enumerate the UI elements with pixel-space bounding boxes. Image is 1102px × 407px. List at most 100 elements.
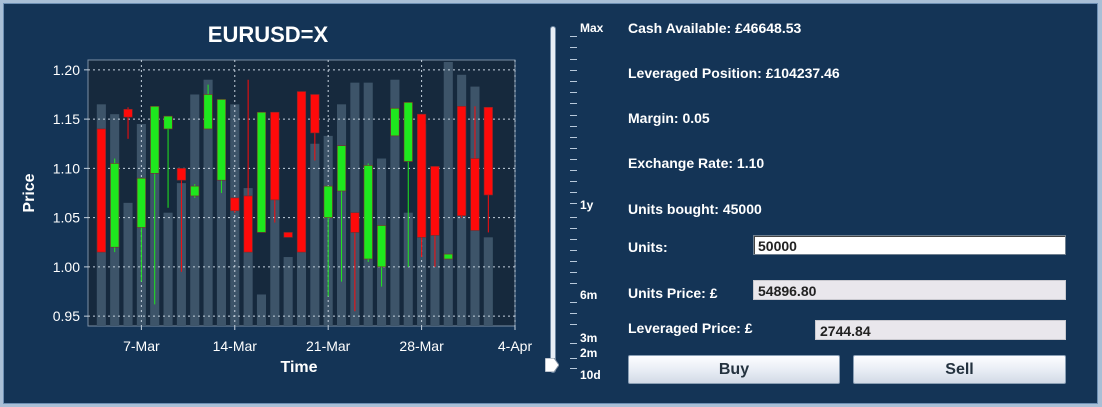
range-label-max[interactable]: Max (580, 21, 603, 35)
range-label-2m[interactable]: 2m (580, 346, 597, 360)
candle-falling (483, 106, 493, 196)
candle-rising (336, 145, 347, 192)
slider-tick (570, 217, 577, 218)
units-label: Units: (628, 239, 668, 255)
slider-tick (570, 313, 577, 314)
slider-tick (570, 358, 577, 359)
buy-button[interactable]: Buy (628, 355, 840, 384)
slider-thumb[interactable] (545, 358, 559, 372)
slider-tick (570, 126, 577, 127)
slider-tick (570, 283, 577, 284)
units-bought: Units bought: 45000 (628, 201, 762, 217)
candle-rising (323, 185, 333, 218)
candle-falling (417, 113, 427, 238)
candle-falling (230, 197, 240, 212)
leveraged-price-field: 2744.84 (815, 320, 1066, 340)
slider-tick (570, 92, 577, 93)
x-tick-label: 21-Mar (306, 338, 351, 354)
y-axis-label: Price (21, 173, 38, 212)
slider-tick (570, 239, 577, 240)
candle-rising (150, 106, 160, 174)
trading-window: EURUSD=X Price Time 0.95 1.00 1.05 1.10 1.15… (3, 3, 1098, 404)
range-label-1y[interactable]: 1y (580, 198, 593, 212)
slider-tick (570, 36, 577, 37)
candle-rising (216, 99, 227, 181)
y-tick-label: 1.20 (53, 62, 80, 78)
range-label-3m[interactable]: 3m (580, 331, 597, 345)
slider-tick (570, 70, 577, 71)
slider-tick (570, 261, 577, 262)
slider-tick (570, 181, 577, 182)
slider-tick (570, 159, 577, 160)
candle-falling (350, 212, 360, 233)
candle-falling (123, 108, 133, 118)
y-tick-label: 1.10 (53, 160, 80, 176)
volume-bar (443, 61, 453, 327)
cash-available: Cash Available: £46648.53 (628, 20, 802, 36)
candle-rising (136, 177, 146, 228)
candle-falling (243, 195, 253, 253)
leveraged-position: Leveraged Position: £104237.46 (628, 65, 840, 81)
y-ticks: 0.95 1.00 1.05 1.10 1.15 1.20 (53, 62, 88, 324)
candle-falling (296, 91, 307, 253)
candle-falling (96, 128, 106, 253)
chart-title: EURUSD=X (208, 22, 329, 47)
candle-falling (283, 232, 293, 238)
range-label-10d[interactable]: 10d (580, 368, 601, 382)
x-tick-label: 7-Mar (123, 338, 160, 354)
slider-tick (570, 148, 577, 149)
candle-falling (310, 94, 320, 134)
slider-tick (570, 324, 577, 325)
candle-falling (470, 158, 480, 231)
price-chart: EURUSD=X Price Time 0.95 1.00 1.05 1.10 1.15… (21, 22, 532, 376)
slider-tick (570, 228, 577, 229)
units-price-field: 54896.80 (753, 280, 1066, 300)
slider-tick (570, 115, 577, 116)
y-tick-label: 1.05 (53, 210, 80, 226)
candle-falling (176, 168, 186, 181)
time-range-slider[interactable] (550, 26, 556, 373)
x-axis-label: Time (280, 359, 317, 376)
candle-rising (203, 94, 213, 130)
candle-rising (403, 102, 413, 162)
slider-tick (570, 170, 577, 171)
units-price-label: Units Price: £ (628, 285, 718, 301)
leveraged-price-label: Leveraged Price: £ (628, 320, 753, 336)
slider-tick (570, 192, 577, 193)
volume-bar (256, 294, 267, 326)
candle-rising (443, 253, 453, 260)
volume-bar (190, 94, 200, 327)
slider-tick (570, 302, 577, 303)
candle-rising (190, 185, 200, 197)
volume-bar (163, 212, 173, 326)
slider-tick (570, 250, 577, 251)
slider-tick (570, 368, 577, 369)
slider-tick (570, 81, 577, 82)
volume-bar (123, 202, 133, 326)
sell-button[interactable]: Sell (853, 355, 1066, 384)
candle-rising (390, 107, 400, 137)
slider-tick (570, 137, 577, 138)
margin: Margin: 0.05 (628, 110, 710, 126)
slider-tick (570, 47, 577, 48)
x-tick-label: 28-Mar (399, 338, 444, 354)
candle-falling (430, 166, 440, 236)
candle-rising (256, 111, 267, 233)
candle-rising (376, 225, 387, 268)
candle-falling (457, 106, 467, 216)
slider-tick (570, 203, 577, 204)
range-label-6m[interactable]: 6m (580, 288, 597, 302)
y-tick-label: 1.15 (53, 111, 80, 127)
candle-rising (163, 115, 173, 130)
y-tick-label: 0.95 (53, 308, 80, 324)
x-ticks: 7-Mar 14-Mar 21-Mar 28-Mar 4-Apr (123, 326, 532, 354)
candle-rising (110, 163, 120, 248)
volume-bar (310, 143, 320, 326)
slider-tick (570, 59, 577, 60)
units-input[interactable]: 50000 (753, 235, 1066, 255)
candle-rising (363, 165, 373, 260)
x-tick-label: 4-Apr (498, 338, 533, 354)
slider-tick (570, 343, 577, 344)
candle-falling (270, 111, 280, 201)
exchange-rate: Exchange Rate: 1.10 (628, 155, 765, 171)
